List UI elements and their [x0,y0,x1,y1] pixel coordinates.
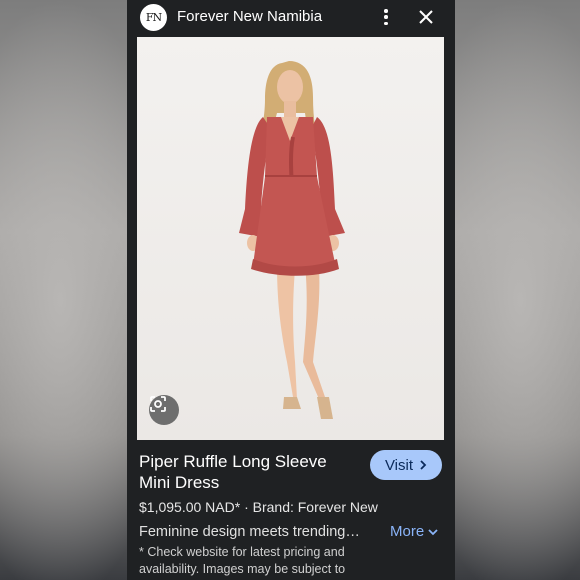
logo-text: FN [145,11,162,24]
chevron-down-icon [428,529,438,536]
more-button[interactable]: More [390,523,438,541]
disclaimer-line-1: * Check website for latest pricing and [139,545,345,559]
product-title-line-1: Piper Ruffle Long Sleeve [139,452,327,471]
site-title[interactable]: Forever New Namibia [177,8,322,26]
product-info: Piper Ruffle Long Sleeve Mini Dress Visi… [127,440,455,580]
forever-new-logo-icon[interactable]: FN [140,4,167,31]
more-label: More [390,523,425,540]
more-vert-icon[interactable] [379,8,393,26]
visit-button[interactable]: Visit [370,450,442,480]
chevron-right-icon [420,460,427,470]
price-brand-text: $1,095.00 NAD* · Brand: Forever New [139,499,378,515]
product-title-line-2: Mini Dress [139,473,220,492]
google-lens-icon[interactable] [149,395,179,425]
visit-label: Visit [384,456,414,474]
product-description: Feminine design meets trending… [139,524,360,540]
disclaimer-line-2: availability. Images may be subject to [139,562,346,576]
product-image[interactable] [137,37,444,440]
disclaimer-text: * Check website for latest pricing and a… [139,544,379,578]
product-title[interactable]: Piper Ruffle Long Sleeve Mini Dress [139,451,359,493]
close-icon[interactable] [417,8,435,26]
image-preview-panel: FN Forever New Namibia Piper Ruffle Long… [127,0,455,580]
top-bar: FN Forever New Namibia [127,0,455,36]
